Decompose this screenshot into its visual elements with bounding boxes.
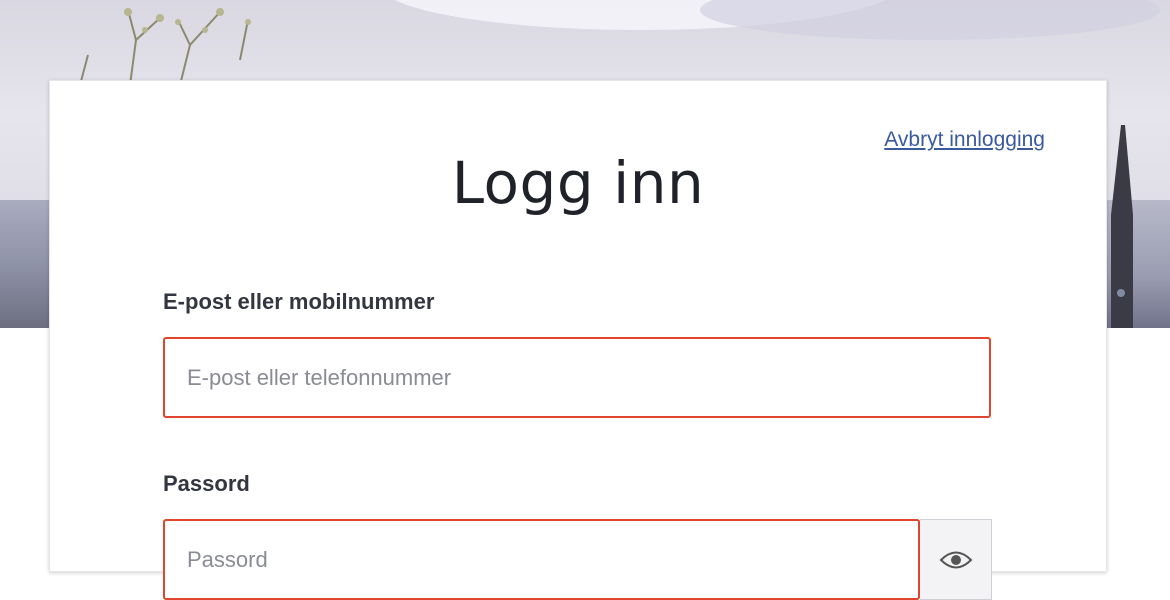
- background-tree: [79, 8, 251, 85]
- background-church-spire: [1111, 125, 1133, 328]
- password-input[interactable]: [163, 519, 920, 600]
- password-label: Passord: [163, 471, 250, 496]
- email-label: E-post eller mobilnummer: [163, 289, 435, 314]
- login-card: Avbryt innlogging Logg inn E-post eller …: [49, 80, 1107, 600]
- eye-icon: [939, 551, 972, 568]
- page-title: Logg inn: [451, 149, 705, 217]
- background-cloud: [700, 0, 1160, 40]
- email-input[interactable]: [163, 337, 991, 418]
- show-password-button[interactable]: [920, 519, 992, 600]
